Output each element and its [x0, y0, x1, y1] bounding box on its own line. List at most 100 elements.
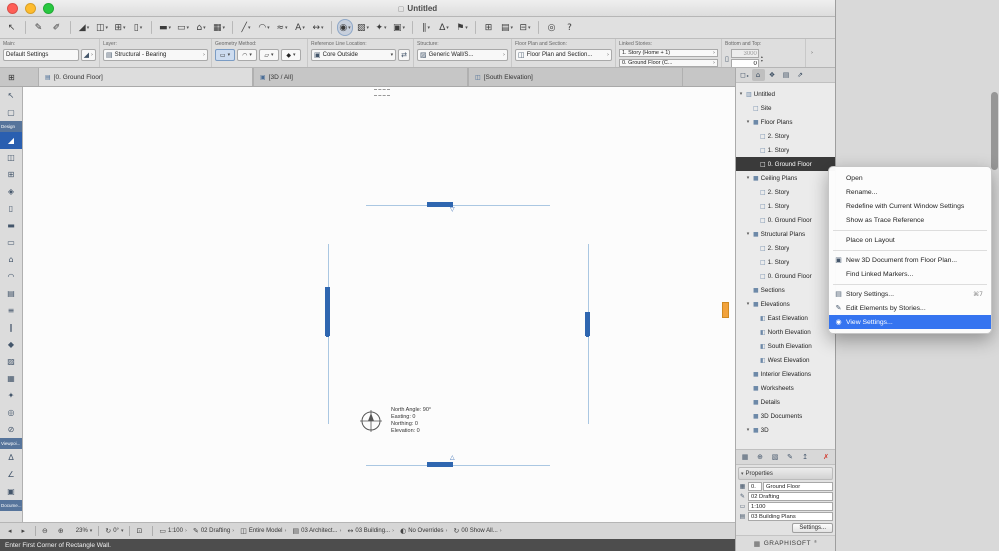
tree-item[interactable]: □ 0. Ground Floor — [736, 157, 835, 171]
door-tool[interactable]: ◫ — [0, 149, 22, 166]
beam-tool-button[interactable]: ▬ ▾ — [157, 19, 173, 36]
scale-control[interactable]: ▭ 1:100 › — [159, 527, 187, 535]
wall-settings-button[interactable]: ◢ › — [80, 49, 96, 61]
geometry-trapezoid-button[interactable]: ▱ ▾ — [259, 49, 279, 61]
column-tool-button[interactable]: ▯ ▾ — [130, 19, 146, 36]
project-chooser-button[interactable]: ◻ ▸ — [738, 69, 751, 81]
tab-south-elevation[interactable]: ◫ [South Elevation] — [468, 68, 683, 86]
slab-tool-button[interactable]: ▭ ▾ — [175, 19, 191, 36]
disclosure-icon[interactable]: ▾ — [745, 119, 751, 125]
tree-item[interactable]: ◧ East Elevation — [736, 311, 835, 325]
organizer-button[interactable]: ⊞ — [481, 19, 497, 36]
new-folder-button[interactable]: ▧ — [769, 451, 781, 463]
object-tool[interactable]: ✦ — [0, 387, 22, 404]
tree-item[interactable]: □ 2. Story — [736, 185, 835, 199]
inject-parameters-button[interactable]: ✐ — [49, 19, 65, 36]
history-forward-button[interactable]: ▸ — [22, 527, 30, 535]
menu-item[interactable]: Find Linked Markers... — [829, 267, 991, 281]
layer-select[interactable]: ▤ Structural - Bearing › — [103, 49, 208, 61]
flip-reference-button[interactable]: ⇄ — [398, 49, 410, 61]
tab-overview-button[interactable]: ⊞ — [2, 70, 18, 84]
menu-item[interactable]: ◉ View Settings... — [829, 315, 991, 329]
disclosure-icon[interactable]: ▾ — [738, 91, 744, 97]
teamwork-button[interactable]: ◎ — [544, 19, 560, 36]
menu-item[interactable]: Place on Layout — [829, 233, 991, 247]
tree-item[interactable]: ■ 3D Documents — [736, 409, 835, 423]
menu-item[interactable]: ▣ New 3D Document from Floor Plan... — [829, 253, 991, 267]
active-wall-mode-button[interactable]: ◉ ▾ — [337, 19, 353, 36]
zoom-in-button[interactable]: ⊕ — [58, 527, 68, 535]
layout-book-button[interactable]: ▤ — [780, 69, 793, 81]
publisher-button[interactable]: ⇗ — [794, 69, 807, 81]
roof-tool[interactable]: ⌂ — [0, 251, 22, 268]
scale-field[interactable]: 1:100 — [748, 502, 833, 511]
lamp-tool[interactable]: ◎ — [0, 404, 22, 421]
open-viewpoint-button[interactable]: ▦ — [739, 451, 751, 463]
tree-item[interactable]: ▾ ■ Elevations — [736, 297, 835, 311]
slab-tool[interactable]: ▭ — [0, 234, 22, 251]
overrides-control[interactable]: ◐ No Overrides › — [400, 527, 447, 535]
wall-segment-right[interactable] — [585, 312, 590, 336]
skylight-tool[interactable]: ◈ — [0, 183, 22, 200]
top-link-select[interactable]: 1. Story (Home + 1) › — [619, 49, 718, 57]
tree-item[interactable]: □ 1. Story — [736, 199, 835, 213]
marker-flag-button[interactable]: ⚑ ▾ — [454, 19, 470, 36]
shell-tool[interactable]: ◠ — [0, 268, 22, 285]
grid-snap-button[interactable]: ⊟ ▾ — [517, 19, 533, 36]
delete-item-button[interactable]: ✗ — [820, 451, 832, 463]
morph-tool[interactable]: ◆ — [0, 336, 22, 353]
tree-item[interactable]: ▾ ▥ Untitled — [736, 87, 835, 101]
properties-header[interactable]: ▾ Properties — [738, 467, 833, 480]
beam-tool[interactable]: ▬ — [0, 217, 22, 234]
settings-button[interactable]: Settings... — [792, 523, 833, 533]
edit-item-button[interactable]: ✎ — [784, 451, 796, 463]
roof-tool-button[interactable]: ⌂ ▾ — [193, 19, 209, 36]
disclosure-icon[interactable]: ▾ — [745, 175, 751, 181]
history-back-button[interactable]: ◂ — [8, 527, 16, 535]
edit-handle[interactable] — [586, 334, 589, 337]
zone-tool-button[interactable]: ▨ ▾ — [355, 19, 371, 36]
pen-set-field[interactable]: 02 Drafting — [748, 492, 833, 501]
menu-item[interactable]: Show as Trace Reference — [829, 213, 991, 227]
stepper-icons[interactable]: ▴ ▾ — [761, 54, 763, 63]
section-tool[interactable]: ∆ — [0, 449, 22, 466]
camera-tool[interactable]: ▣ — [0, 483, 22, 500]
mesh-tool-button[interactable]: ▦ ▾ — [211, 19, 227, 36]
bottom-offset-input[interactable] — [730, 59, 759, 67]
column-tool[interactable]: ▯ — [0, 200, 22, 217]
model-filter-control[interactable]: ◫ Entire Model › — [240, 527, 286, 535]
tree-item[interactable]: ◧ North Elevation — [736, 325, 835, 339]
arrow-tool-button[interactable]: ↖ — [4, 19, 20, 36]
tab-ground-floor[interactable]: ▤ [0. Ground Floor] — [38, 68, 253, 86]
curtain-wall-tool[interactable]: ▤ — [0, 285, 22, 302]
wall-tool-button[interactable]: ◢ ▾ — [76, 19, 92, 36]
menu-item[interactable]: Rename... — [829, 185, 991, 199]
bottom-link-select[interactable]: 0. Ground Floor (C... › — [619, 59, 718, 67]
edit-handle[interactable] — [326, 334, 329, 337]
menu-item[interactable]: ▤ Story Settings... ⌘7 — [829, 287, 991, 301]
tree-item[interactable]: □ 1. Story — [736, 255, 835, 269]
opening-tool[interactable]: ⊘ — [0, 421, 22, 438]
disclosure-icon[interactable]: ▾ — [745, 231, 751, 237]
pick-up-parameters-button[interactable]: ✎ — [31, 19, 47, 36]
tree-item[interactable]: ■ Interior Elevations — [736, 367, 835, 381]
pen-set-control[interactable]: ✎ 02 Drafting › — [193, 527, 234, 535]
tab-3d-all[interactable]: ▣ [3D / All] — [253, 68, 468, 86]
elevation-marker-button[interactable]: ∆ ▾ — [436, 19, 452, 36]
tree-item[interactable]: □ 0. Ground Floor — [736, 269, 835, 283]
structure-select[interactable]: ▨ Generic Wall/S... › — [417, 49, 508, 61]
disclosure-icon[interactable]: ▾ — [745, 301, 751, 307]
railing-tool[interactable]: ∥ — [0, 319, 22, 336]
text-tool-button[interactable]: A ▾ — [292, 19, 308, 36]
window-tool-button[interactable]: ⊞ ▾ — [112, 19, 128, 36]
tree-item[interactable]: □ 2. Story — [736, 241, 835, 255]
window-tool[interactable]: ⊞ — [0, 166, 22, 183]
zoom-out-button[interactable]: ⊖ — [42, 527, 52, 535]
save-view-button[interactable]: ⊕ — [754, 451, 766, 463]
camera-tool-button[interactable]: ▣ ▾ — [391, 19, 407, 36]
toolbox-tool[interactable]: Docume... — [0, 500, 22, 511]
elevation-marker[interactable] — [722, 302, 729, 318]
zoom-level-control[interactable]: 23% ▾ — [74, 528, 93, 534]
quick-layers-button[interactable]: ▤ ▾ — [499, 19, 515, 36]
layer-combination-field[interactable]: 03 Building Plans — [748, 512, 833, 521]
